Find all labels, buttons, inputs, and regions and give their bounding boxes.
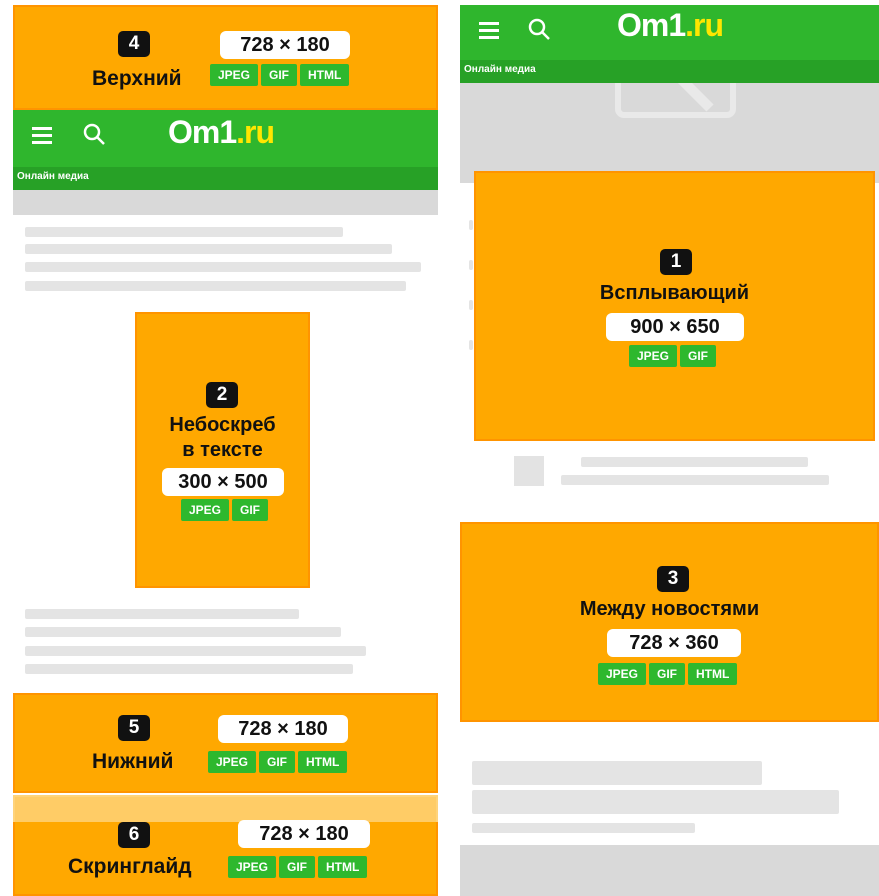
format-badge: JPEG	[228, 856, 277, 878]
subheader-bar: Онлайн медиа	[13, 167, 438, 190]
site-subtitle: Онлайн медиа	[464, 64, 536, 75]
slot-title: Небоскреб	[169, 414, 276, 436]
text-line-placeholder	[25, 244, 392, 254]
ad-slot-popup: 1 Всплывающий 900 × 650 JPEG GIF	[474, 171, 875, 441]
slot-number-badge: 2	[206, 382, 238, 408]
slot-number-badge: 4	[118, 31, 150, 57]
ad-slot-skyscraper: 2 Небоскреб в тексте 300 × 500 JPEG GIF	[135, 312, 310, 588]
text-line-placeholder	[561, 475, 829, 485]
format-badge: JPEG	[629, 345, 678, 367]
slot-size: 728 × 180	[220, 31, 350, 59]
slot-size: 300 × 500	[162, 468, 284, 496]
site-header: Om1.ru Онлайн медиа	[460, 5, 879, 83]
format-badge: JPEG	[181, 499, 230, 521]
format-list: JPEG GIF HTML	[208, 751, 348, 773]
ad-slot-top: 4 Верхний 728 × 180 JPEG GIF HTML	[13, 5, 438, 110]
slot-number-badge: 3	[657, 566, 689, 592]
text-line-placeholder	[469, 220, 473, 230]
slot-number-badge: 5	[118, 715, 150, 741]
logo-text: Om1	[168, 114, 237, 150]
text-line-placeholder	[25, 262, 421, 272]
format-badge: GIF	[232, 499, 269, 521]
format-list: JPEG GIF HTML	[228, 856, 368, 878]
text-line-placeholder	[472, 823, 695, 833]
text-line-placeholder	[25, 664, 353, 674]
site-logo[interactable]: Om1.ru	[617, 7, 724, 44]
text-line-placeholder	[25, 627, 341, 637]
ad-slot-bottom: 5 Нижний 728 × 180 JPEG GIF HTML	[13, 693, 438, 793]
news-thumbnail-placeholder	[514, 456, 544, 486]
slot-title: Нижний	[92, 750, 174, 773]
format-badge: HTML	[300, 64, 350, 86]
menu-icon[interactable]	[32, 126, 54, 146]
format-list: JPEG GIF HTML	[210, 64, 350, 86]
site-header: Om1.ru Онлайн медиа	[13, 110, 438, 190]
site-logo[interactable]: Om1.ru	[168, 114, 275, 151]
search-icon[interactable]	[528, 18, 552, 42]
text-line-placeholder	[25, 227, 343, 237]
text-line-placeholder	[469, 340, 473, 350]
text-line-placeholder	[469, 260, 473, 270]
logo-domain: .ru	[236, 114, 275, 150]
slot-title-line2: в тексте	[182, 439, 263, 461]
slot-title: Верхний	[92, 67, 182, 90]
text-line-placeholder	[25, 646, 366, 656]
logo-domain: .ru	[685, 7, 724, 43]
format-badge: JPEG	[208, 751, 257, 773]
format-badge: GIF	[279, 856, 316, 878]
text-line-placeholder	[581, 457, 808, 467]
subheader-bar: Онлайн медиа	[460, 60, 879, 83]
format-badge: HTML	[688, 663, 738, 685]
format-badge: JPEG	[598, 663, 647, 685]
slot-number-badge: 6	[118, 822, 150, 848]
slot-size: 900 × 650	[606, 313, 744, 341]
format-badge: GIF	[259, 751, 296, 773]
slot-size: 728 × 360	[607, 629, 741, 657]
format-list: JPEG GIF HTML	[598, 663, 738, 685]
text-line-placeholder	[25, 609, 299, 619]
image-placeholder	[13, 190, 438, 215]
image-icon	[615, 83, 736, 118]
slot-title: Между новостями	[579, 598, 760, 620]
format-list: JPEG GIF	[181, 499, 269, 521]
text-line-placeholder	[472, 761, 762, 785]
site-subtitle: Онлайн медиа	[17, 171, 89, 182]
text-line-placeholder	[25, 281, 406, 291]
format-badge: HTML	[318, 856, 368, 878]
footer-placeholder	[460, 845, 879, 896]
slot-size: 728 × 180	[218, 715, 348, 743]
menu-icon[interactable]	[479, 21, 501, 41]
ad-slot-between-news: 3 Между новостями 728 × 360 JPEG GIF HTM…	[460, 522, 879, 722]
text-line-placeholder	[472, 790, 839, 814]
slot-number-badge: 1	[660, 249, 692, 275]
image-placeholder	[460, 83, 879, 183]
format-badge: JPEG	[210, 64, 259, 86]
format-badge: HTML	[298, 751, 348, 773]
text-line-placeholder	[469, 300, 473, 310]
format-badge: GIF	[649, 663, 686, 685]
slot-title: Всплывающий	[599, 282, 750, 304]
slot-size: 728 × 180	[238, 820, 370, 848]
format-badge: GIF	[261, 64, 298, 86]
search-icon[interactable]	[83, 123, 107, 147]
logo-text: Om1	[617, 7, 686, 43]
format-badge: GIF	[680, 345, 717, 367]
screenglide-overlay	[13, 795, 438, 825]
slot-title: Скринглайд	[68, 855, 192, 878]
format-list: JPEG GIF	[629, 345, 717, 367]
